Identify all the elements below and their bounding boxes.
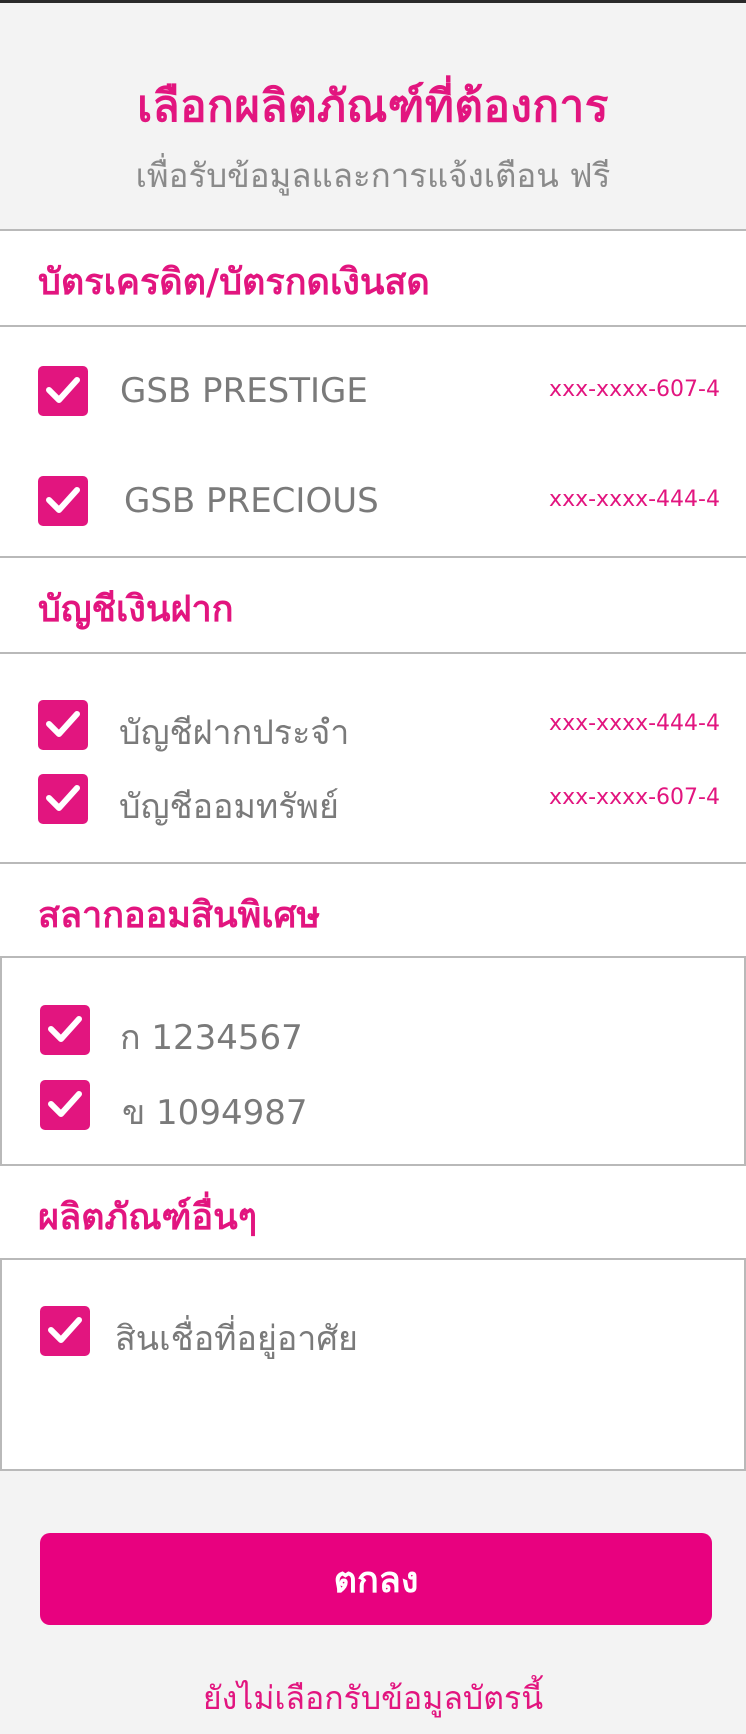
check-icon — [46, 487, 80, 513]
checkbox-checked[interactable] — [38, 700, 88, 750]
section-title-lottery: สลากออมสินพิเศษ — [38, 895, 321, 936]
section-header-lottery: สลากออมสินพิเศษ — [0, 864, 746, 956]
item-name: บัญชีออมทรัพย์ — [119, 787, 339, 827]
list-item[interactable]: สินเชื่อที่อยู่อาศัย — [2, 1301, 746, 1361]
item-name: ข 1094987 — [122, 1093, 308, 1133]
section-title-deposits: บัญชีเงินฝาก — [38, 589, 234, 630]
check-icon — [48, 1016, 82, 1042]
page-subtitle: เพื่อรับข้อมูลและการแจ้งเตือน ฟรี — [135, 156, 611, 195]
account-number: xxx-xxxx-607-4 — [549, 377, 720, 402]
section-header-deposits: บัญชีเงินฝาก — [0, 558, 746, 652]
list-item[interactable]: ก 1234567 — [2, 1000, 746, 1060]
list-item[interactable]: บัญชีออมทรัพย์ xxx-xxxx-607-4 — [0, 769, 746, 829]
checkbox-checked[interactable] — [38, 774, 88, 824]
check-icon — [48, 1317, 82, 1343]
skip-link[interactable]: ยังไม่เลือกรับข้อมูลบัตรนี้ — [0, 1673, 746, 1724]
list-item[interactable]: บัญชีฝากประจำ xxx-xxxx-444-4 — [0, 695, 746, 755]
checkbox-checked[interactable] — [40, 1306, 90, 1356]
item-name: GSB PRESTIGE — [120, 371, 368, 411]
page-title: เลือกผลิตภัณฑ์ที่ต้องการ — [137, 81, 609, 132]
footer-actions: ตกลง ยังไม่เลือกรับข้อมูลบัตรนี้ — [0, 1471, 746, 1734]
account-number: xxx-xxxx-444-4 — [549, 487, 720, 512]
item-name: ก 1234567 — [120, 1018, 303, 1058]
section-body-other: สินเชื่อที่อยู่อาศัย — [0, 1260, 746, 1469]
page-header: เลือกผลิตภัณฑ์ที่ต้องการ เพื่อรับข้อมูลแ… — [0, 3, 746, 229]
section-body-deposits: บัญชีฝากประจำ xxx-xxxx-444-4 บัญชีออมทรั… — [0, 654, 746, 862]
section-title-cards: บัตรเครดิต/บัตรกดเงินสด — [38, 262, 430, 303]
check-icon — [46, 377, 80, 403]
list-item[interactable]: GSB PRECIOUS xxx-xxxx-444-4 — [0, 471, 746, 531]
checkbox-checked[interactable] — [40, 1005, 90, 1055]
section-header-other: ผลิตภัณฑ์อื่นๆ — [0, 1166, 746, 1258]
account-number: xxx-xxxx-444-4 — [549, 711, 720, 736]
section-body-cards: GSB PRESTIGE xxx-xxxx-607-4 GSB PRECIOUS… — [0, 327, 746, 556]
item-name: สินเชื่อที่อยู่อาศัย — [115, 1319, 358, 1359]
check-icon — [48, 1091, 82, 1117]
section-body-lottery: ก 1234567 ข 1094987 — [0, 958, 746, 1164]
confirm-button[interactable]: ตกลง — [40, 1533, 712, 1625]
check-icon — [46, 711, 80, 737]
checkbox-checked[interactable] — [38, 366, 88, 416]
section-header-cards: บัตรเครดิต/บัตรกดเงินสด — [0, 231, 746, 325]
item-name: บัญชีฝากประจำ — [119, 713, 350, 753]
checkbox-checked[interactable] — [40, 1080, 90, 1130]
list-item[interactable]: ข 1094987 — [2, 1075, 746, 1135]
section-title-other: ผลิตภัณฑ์อื่นๆ — [38, 1197, 258, 1238]
item-name: GSB PRECIOUS — [124, 481, 379, 521]
check-icon — [46, 785, 80, 811]
list-item[interactable]: GSB PRESTIGE xxx-xxxx-607-4 — [0, 361, 746, 421]
account-number: xxx-xxxx-607-4 — [549, 785, 720, 810]
checkbox-checked[interactable] — [38, 476, 88, 526]
